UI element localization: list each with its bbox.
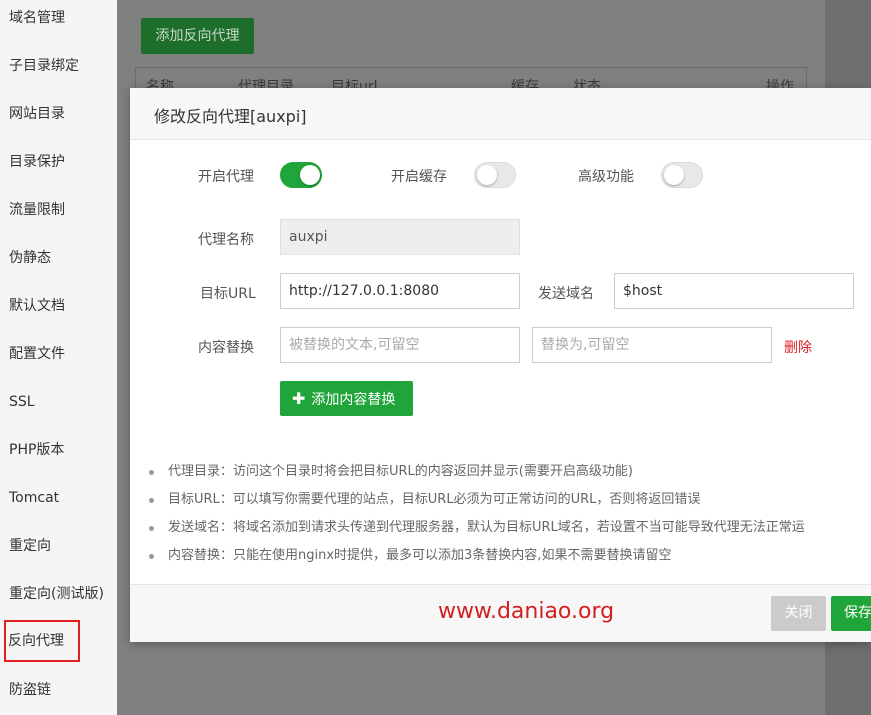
send-host-label: 发送域名: [538, 286, 594, 302]
save-button[interactable]: 保存: [831, 596, 871, 631]
sidebar-item-site-dir[interactable]: 网站目录: [0, 90, 117, 138]
sidebar-item-redirect-beta[interactable]: 重定向(测试版): [0, 570, 117, 618]
target-url-label: 目标URL: [200, 286, 256, 302]
advanced-label: 高级功能: [578, 169, 634, 185]
tip-item: 代理目录：访问这个目录时将会把目标URL的内容返回并显示(需要开启高级功能): [146, 458, 871, 486]
content-replace-label: 内容替换: [198, 340, 254, 356]
help-tips: 代理目录：访问这个目录时将会把目标URL的内容返回并显示(需要开启高级功能) 目…: [146, 458, 871, 570]
modal-title: 修改反向代理[auxpi]: [154, 107, 307, 126]
delete-replace-link[interactable]: 删除: [784, 337, 812, 357]
close-button[interactable]: 关闭: [771, 596, 826, 631]
sidebar-item-config[interactable]: 配置文件: [0, 330, 117, 378]
sidebar-item-redirect[interactable]: 重定向: [0, 522, 117, 570]
proxy-name-label: 代理名称: [198, 232, 254, 248]
sidebar-item-domain[interactable]: 域名管理: [0, 0, 117, 42]
sidebar-item-reverse-proxy[interactable]: 反向代理: [4, 620, 80, 662]
modal-header: 修改反向代理[auxpi]: [130, 88, 871, 140]
enable-cache-label: 开启缓存: [391, 169, 447, 185]
edit-proxy-modal: 修改反向代理[auxpi] 开启代理 开启缓存 高级功能 代理名称 目标URL …: [130, 88, 871, 642]
tip-item: 目标URL：可以填写你需要代理的站点，目标URL必须为可正常访问的URL，否则将…: [146, 486, 871, 514]
sidebar-item-tomcat[interactable]: Tomcat: [0, 474, 117, 522]
proxy-name-input[interactable]: [280, 219, 520, 255]
add-content-replace-button[interactable]: ✚ 添加内容替换: [280, 381, 413, 416]
sidebar-item-default-doc[interactable]: 默认文档: [0, 282, 117, 330]
tip-item: 发送域名：将域名添加到请求头传递到代理服务器，默认为目标URL域名，若设置不当可…: [146, 514, 871, 542]
toggle-knob: [664, 165, 684, 185]
send-host-input[interactable]: [614, 273, 854, 309]
sidebar-item-hotlink[interactable]: 防盗链: [0, 666, 117, 714]
toggle-knob: [477, 165, 497, 185]
bullet-icon: [149, 470, 154, 475]
tip-text: 发送域名：将域名添加到请求头传递到代理服务器，默认为目标URL域名，若设置不当可…: [168, 520, 805, 535]
advanced-toggle[interactable]: [661, 162, 703, 188]
add-reverse-proxy-button[interactable]: 添加反向代理: [141, 18, 254, 54]
sidebar-item-dir-protect[interactable]: 目录保护: [0, 138, 117, 186]
watermark-text: www.daniao.org: [438, 599, 615, 624]
replace-from-input[interactable]: [280, 327, 520, 363]
enable-cache-toggle[interactable]: [474, 162, 516, 188]
sidebar-item-traffic[interactable]: 流量限制: [0, 186, 117, 234]
sidebar-item-rewrite[interactable]: 伪静态: [0, 234, 117, 282]
bullet-icon: [149, 526, 154, 531]
sidebar-item-subdir[interactable]: 子目录绑定: [0, 42, 117, 90]
sidebar-item-php[interactable]: PHP版本: [0, 426, 117, 474]
enable-proxy-label: 开启代理: [198, 169, 254, 185]
tip-item: 内容替换：只能在使用nginx时提供，最多可以添加3条替换内容,如果不需要替换请…: [146, 542, 871, 570]
sidebar-item-ssl[interactable]: SSL: [0, 378, 117, 426]
tip-text: 代理目录：访问这个目录时将会把目标URL的内容返回并显示(需要开启高级功能): [168, 464, 633, 479]
enable-proxy-toggle[interactable]: [280, 162, 322, 188]
modal-footer: www.daniao.org 关闭 保存: [130, 584, 871, 642]
tip-text: 内容替换：只能在使用nginx时提供，最多可以添加3条替换内容,如果不需要替换请…: [168, 548, 672, 563]
tip-text: 目标URL：可以填写你需要代理的站点，目标URL必须为可正常访问的URL，否则将…: [168, 492, 701, 507]
add-content-replace-label: 添加内容替换: [311, 392, 396, 408]
replace-to-input[interactable]: [532, 327, 772, 363]
toggle-knob: [300, 165, 320, 185]
bullet-icon: [149, 498, 154, 503]
settings-sidebar: 域名管理 子目录绑定 网站目录 目录保护 流量限制 伪静态 默认文档 配置文件 …: [0, 0, 117, 715]
plus-icon: ✚: [292, 389, 306, 408]
target-url-input[interactable]: [280, 273, 520, 309]
bullet-icon: [149, 554, 154, 559]
